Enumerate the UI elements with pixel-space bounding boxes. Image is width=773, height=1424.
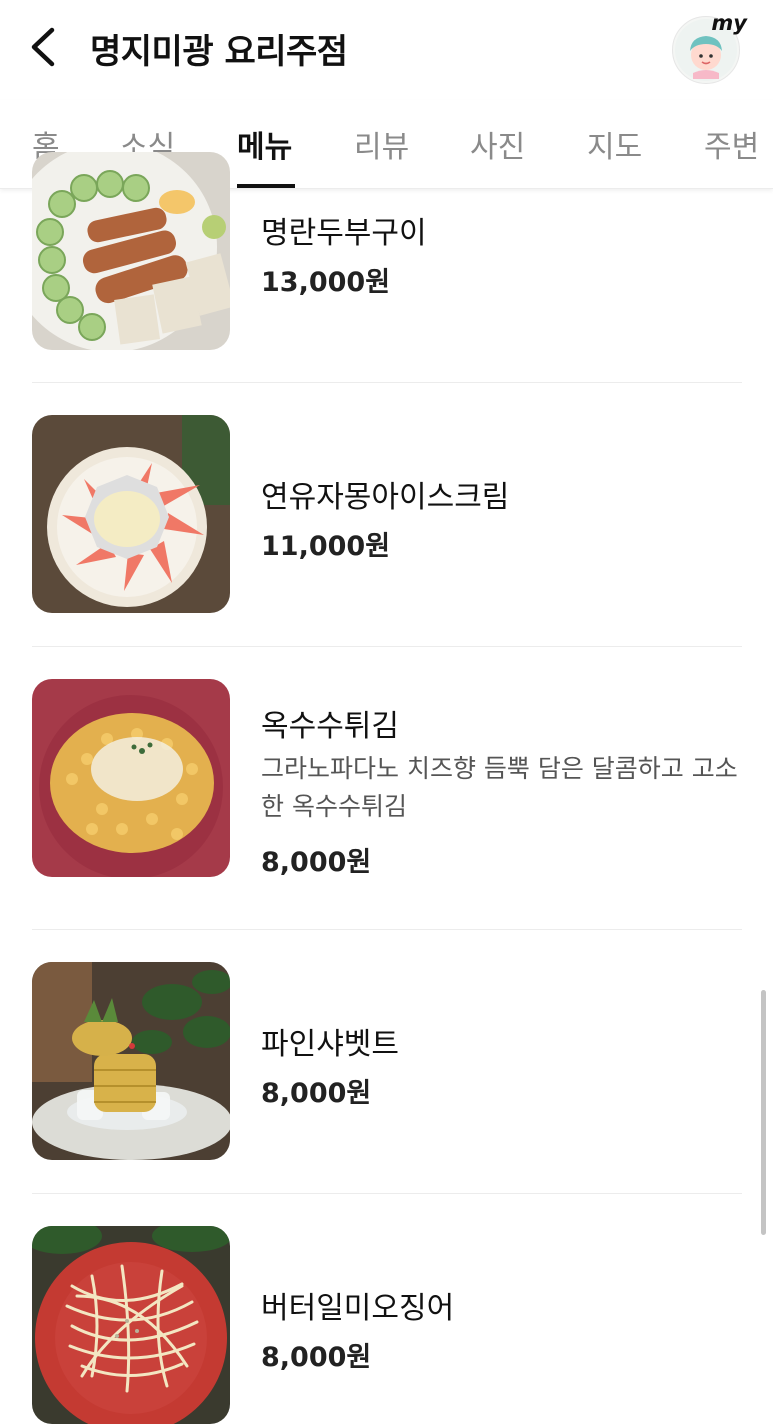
active-tab-indicator [237, 184, 295, 188]
app-header: 명지미광 요리주점 my [0, 0, 773, 100]
tab-nearby[interactable]: 주변 [704, 122, 759, 166]
back-button[interactable] [24, 22, 68, 72]
tab-photos[interactable]: 사진 [470, 122, 525, 166]
menu-item-photo [32, 679, 230, 877]
menu-item[interactable]: 버터일미오징어 8,000원 [0, 1194, 773, 1424]
menu-item-price: 13,000원 [261, 267, 391, 298]
menu-item-photo [32, 415, 230, 613]
my-badge: my [711, 11, 747, 35]
my-profile-button[interactable]: my [672, 11, 747, 84]
menu-item-price: 8,000원 [261, 1078, 372, 1109]
menu-item-name: 연유자몽아이스크림 [261, 480, 510, 515]
menu-item[interactable]: 명란두부구이 13,000원 [0, 152, 773, 382]
page-title: 명지미광 요리주점 [90, 32, 348, 72]
menu-item-price: 8,000원 [261, 847, 372, 878]
menu-item-name: 명란두부구이 [261, 216, 427, 251]
menu-item-price: 11,000원 [261, 531, 391, 562]
menu-item-description: 그라노파다노 치즈향 듬뿍 담은 달콤하고 고소한 옥수수튀김 [261, 754, 738, 821]
tab-reviews[interactable]: 리뷰 [354, 122, 409, 166]
chevron-left-icon [31, 27, 55, 67]
tab-menu[interactable]: 메뉴 [237, 122, 292, 166]
tab-map[interactable]: 지도 [587, 122, 642, 166]
menu-item-price: 8,000원 [261, 1342, 372, 1373]
menu-item[interactable]: 파인샤벳트 8,000원 [0, 930, 773, 1193]
menu-item-name: 버터일미오징어 [261, 1291, 455, 1326]
scrollbar[interactable] [761, 990, 766, 1235]
menu-item-photo [32, 152, 230, 350]
menu-item-name: 파인샤벳트 [261, 1027, 399, 1062]
menu-item-name: 옥수수튀김 [261, 709, 399, 744]
menu-item-photo [32, 1226, 230, 1424]
menu-item[interactable]: 옥수수튀김 그라노파다노 치즈향 듬뿍 담은 달콤하고 고소한 옥수수튀김 8,… [0, 647, 773, 929]
menu-item[interactable]: 연유자몽아이스크림 11,000원 [0, 383, 773, 646]
menu-item-photo [32, 962, 230, 1160]
